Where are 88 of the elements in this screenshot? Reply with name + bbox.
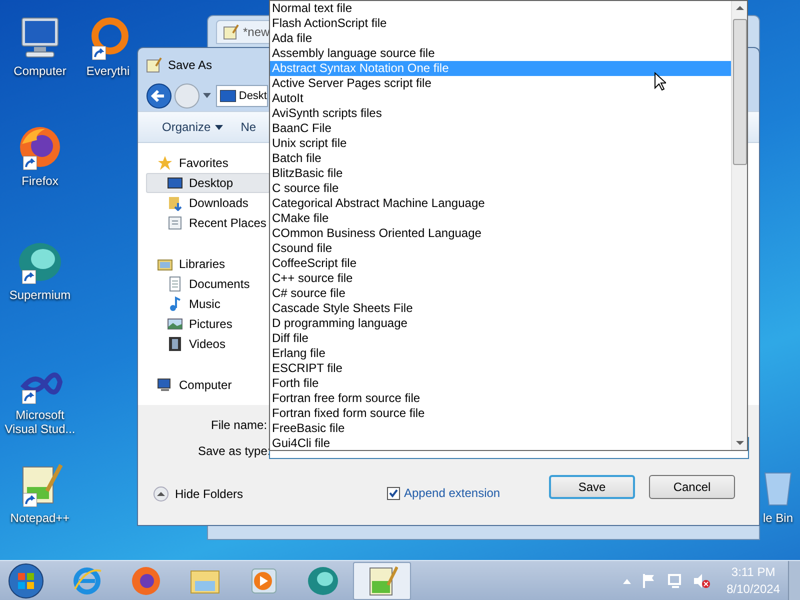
list-item[interactable]: Fortran free form source file — [270, 391, 731, 406]
shortcut-arrow-icon — [23, 493, 37, 507]
desktop-icon-label[interactable]: le Bin — [762, 511, 794, 525]
computer-icon — [157, 377, 173, 393]
nav-item[interactable]: Videos — [146, 334, 270, 354]
nav-item[interactable]: Documents — [146, 274, 270, 294]
back-button[interactable] — [146, 83, 172, 109]
list-item[interactable]: FreeBasic file — [270, 421, 731, 436]
desktop-icon-label[interactable]: Supermium — [9, 288, 71, 302]
desktop-icon-label[interactable]: Firefox — [22, 174, 58, 188]
list-item[interactable]: CoffeeScript file — [270, 256, 731, 271]
file-name-label: File name: — [211, 417, 268, 434]
list-item[interactable]: Ada file — [270, 31, 731, 46]
pictures-icon — [167, 316, 183, 332]
nav-item[interactable]: Recent Places — [146, 213, 270, 233]
window-title: Save As — [168, 56, 212, 74]
desktop-icon-label[interactable]: Microsoft Visual Stud... — [2, 408, 78, 436]
shortcut-arrow-icon — [92, 46, 106, 60]
scrollbar[interactable] — [731, 1, 747, 450]
list-item[interactable]: BlitzBasic file — [270, 166, 731, 181]
desktop-icon-label[interactable]: Everythi — [86, 64, 130, 78]
documents-icon — [167, 276, 183, 292]
list-item[interactable]: COmmon Business Oriented Language — [270, 226, 731, 241]
nav-item[interactable]: Pictures — [146, 314, 270, 334]
list-item[interactable]: CMake file — [270, 211, 731, 226]
caret-icon — [214, 124, 223, 130]
address-bar[interactable]: Deskt — [216, 85, 268, 107]
volume-muted-icon[interactable] — [692, 572, 711, 588]
nav-item[interactable]: Desktop — [146, 173, 270, 193]
list-item[interactable]: Assembly language source file — [270, 46, 731, 61]
collapse-icon — [153, 486, 169, 502]
list-item[interactable]: Cascade Style Sheets File — [270, 301, 731, 316]
app-icon[interactable] — [16, 240, 64, 284]
hide-folders-button[interactable]: Hide Folders — [153, 485, 244, 503]
scroll-thumb[interactable] — [732, 19, 746, 165]
start-button[interactable] — [8, 562, 44, 598]
nav-item[interactable]: Downloads — [146, 193, 270, 213]
save-button[interactable]: Save — [549, 475, 635, 499]
app-icon — [71, 564, 103, 596]
list-item[interactable]: AviSynth scripts files — [270, 106, 731, 121]
list-item[interactable]: Fortran fixed form source file — [270, 406, 731, 421]
app-icon — [130, 564, 162, 596]
list-item[interactable]: Diff file — [270, 331, 731, 346]
cancel-button[interactable]: Cancel — [649, 475, 735, 499]
toolbar-button[interactable]: Organize — [162, 118, 223, 136]
desktop-icon — [167, 175, 183, 191]
list-item[interactable]: Flash ActionScript file — [270, 16, 731, 31]
nav-item[interactable]: Favorites — [146, 153, 270, 173]
list-item[interactable]: Normal text file — [270, 1, 731, 16]
nav-item[interactable]: Music — [146, 294, 270, 314]
desktop-icon — [220, 90, 236, 102]
shortcut-arrow-icon — [22, 390, 36, 404]
list-item[interactable]: Batch file — [270, 151, 731, 166]
music-icon — [167, 296, 183, 312]
list-item[interactable]: Gui4Cli file — [270, 436, 731, 451]
list-item[interactable]: Csound file — [270, 241, 731, 256]
save-type-label: Save as type: — [198, 443, 271, 460]
downloads-icon — [167, 195, 183, 211]
notepad-icon — [223, 24, 239, 40]
toolbar-button[interactable]: Ne — [240, 118, 256, 136]
star-icon — [157, 155, 173, 171]
history-dropdown-icon[interactable] — [202, 92, 212, 100]
app-icon — [306, 564, 340, 596]
list-item[interactable]: C++ source file — [270, 271, 731, 286]
checkbox-label[interactable]: Append extension — [404, 484, 500, 502]
nav-item[interactable]: Computer — [146, 375, 270, 395]
list-item[interactable]: ESCRIPT file — [270, 361, 731, 376]
nav-item[interactable]: Libraries — [146, 254, 270, 274]
list-item[interactable]: BaanC File — [270, 121, 731, 136]
list-item[interactable]: Unix script file — [270, 136, 731, 151]
list-item[interactable]: D programming language — [270, 316, 731, 331]
list-item[interactable]: Active Server Pages script file — [270, 76, 731, 91]
app-icon[interactable] — [17, 124, 63, 170]
list-item[interactable]: Erlang file — [270, 346, 731, 361]
shortcut-arrow-icon — [23, 156, 37, 170]
list-item[interactable]: Forth file — [270, 376, 731, 391]
checkbox[interactable] — [387, 486, 400, 500]
shortcut-arrow-icon — [22, 270, 36, 284]
videos-icon — [167, 336, 183, 352]
desktop-icon-label[interactable]: Computer — [14, 64, 66, 78]
taskbar-app-button[interactable] — [353, 562, 411, 600]
recent-icon — [167, 215, 183, 231]
list-item[interactable]: C source file — [270, 181, 731, 196]
list-item[interactable]: C# source file — [270, 286, 731, 301]
list-item[interactable]: Categorical Abstract Machine Language — [270, 196, 731, 211]
notepad-icon — [146, 56, 162, 72]
list-item[interactable]: AutoIt — [270, 91, 731, 106]
pointer-icon — [654, 72, 666, 91]
